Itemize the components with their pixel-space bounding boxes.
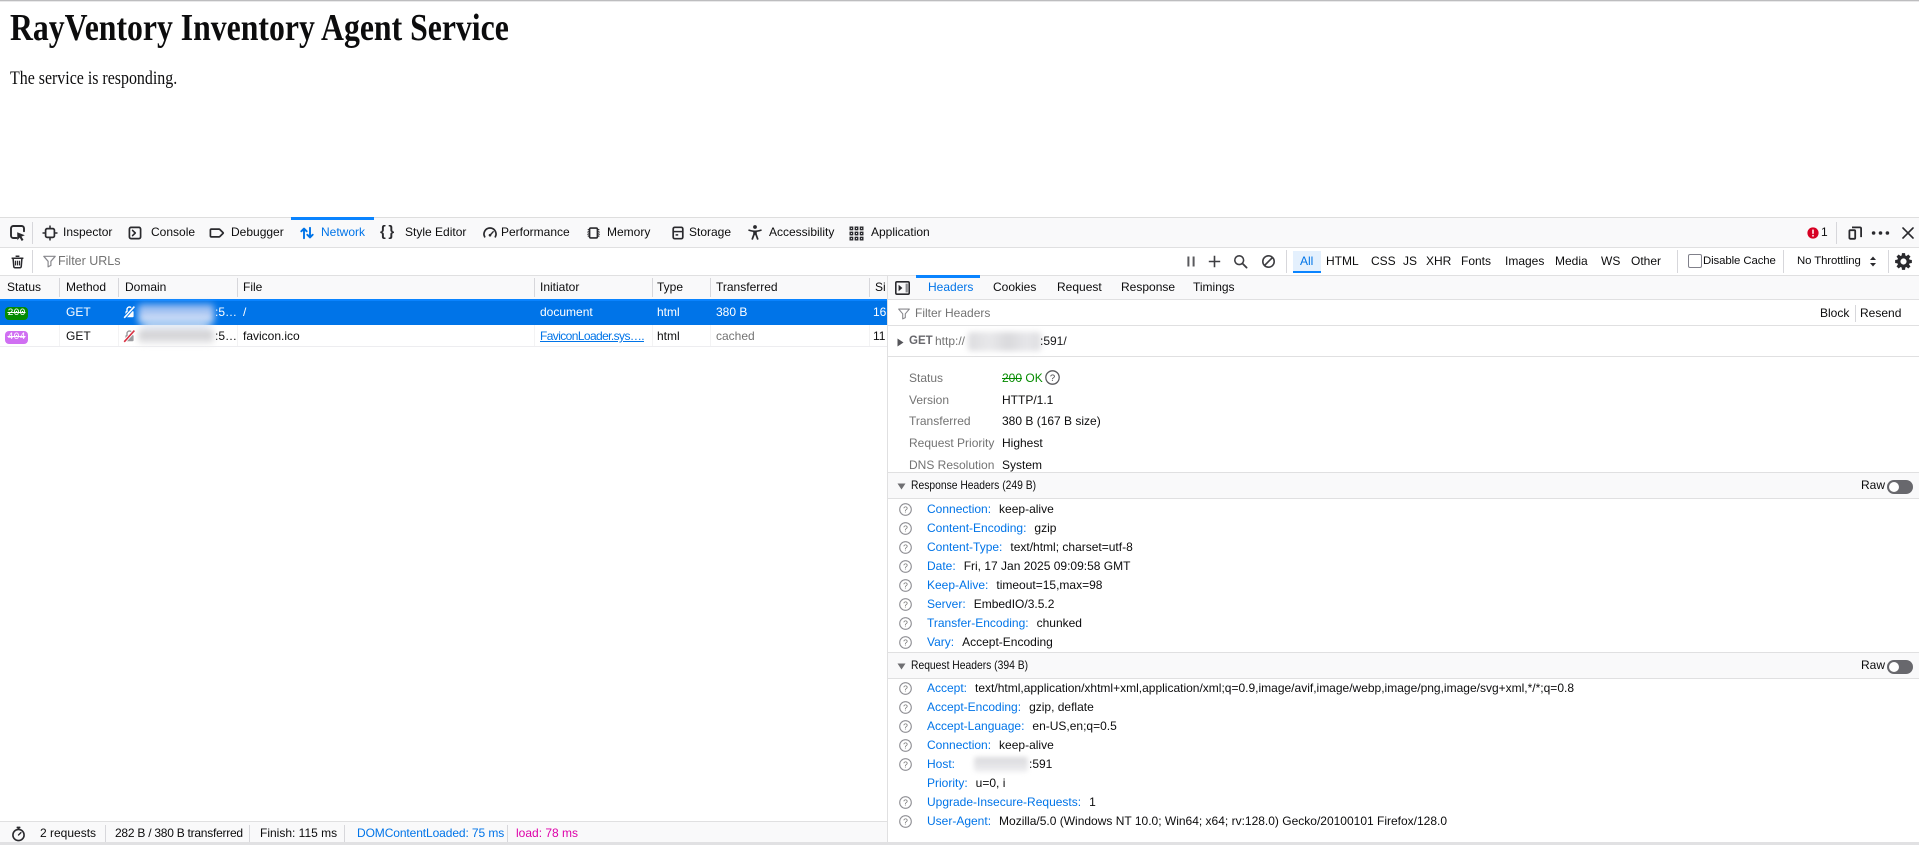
svg-text:?: ? xyxy=(903,797,908,807)
svg-text:?: ? xyxy=(903,580,908,590)
svg-text:?: ? xyxy=(903,702,908,712)
svg-text:?: ? xyxy=(903,683,908,693)
svg-text:?: ? xyxy=(903,561,908,571)
svg-text:?: ? xyxy=(903,740,908,750)
svg-text:?: ? xyxy=(903,542,908,552)
svg-text:?: ? xyxy=(903,721,908,731)
svg-text:?: ? xyxy=(903,759,908,769)
svg-text:?: ? xyxy=(903,504,908,514)
svg-text:?: ? xyxy=(903,618,908,628)
svg-text:?: ? xyxy=(903,599,908,609)
svg-text:?: ? xyxy=(903,523,908,533)
svg-text:?: ? xyxy=(903,637,908,647)
svg-text:?: ? xyxy=(903,816,908,826)
svg-text:?: ? xyxy=(1050,373,1055,384)
